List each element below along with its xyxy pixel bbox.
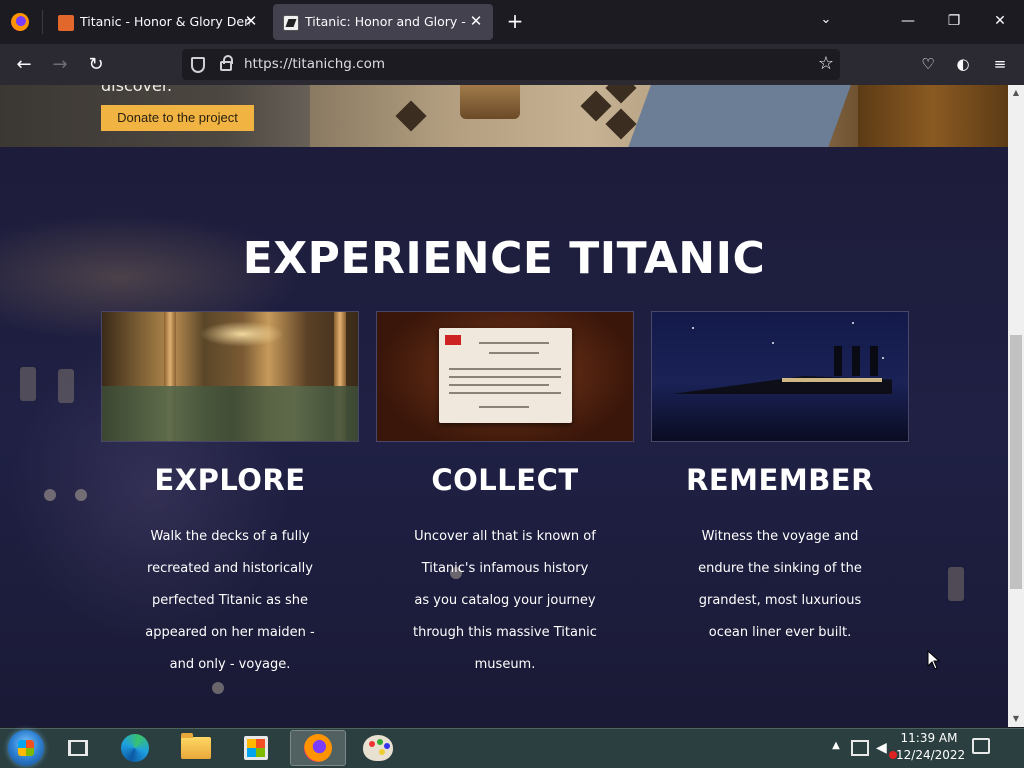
close-tab-icon[interactable]: ✕ (242, 12, 260, 30)
section-heading: EXPERIENCE TITANIC (242, 233, 766, 284)
start-button[interactable] (8, 730, 44, 766)
action-center-icon[interactable] (972, 738, 990, 754)
tab-separator (42, 10, 43, 34)
scroll-thumb[interactable] (1010, 335, 1022, 589)
collect-title: COLLECT (431, 463, 579, 497)
site-favicon-icon (58, 15, 74, 31)
account-icon[interactable]: ◐ (953, 54, 973, 74)
explore-description: Walk the decks of a fully recreated and … (101, 521, 359, 681)
firefox-menu-icon[interactable] (11, 13, 29, 31)
description-line: endure the sinking of the (698, 561, 862, 576)
list-tabs-chevron-icon[interactable]: ⌄ (817, 12, 835, 30)
url-text[interactable]: https://titanichg.com (244, 56, 385, 72)
firefox-icon (304, 734, 332, 762)
clock-date: 12/24/2022 (896, 748, 966, 762)
store-button[interactable] (228, 730, 284, 766)
description-line: recreated and historically (147, 561, 313, 576)
description-line: through this massive Titanic (413, 625, 597, 640)
new-tab-icon[interactable]: + (505, 11, 525, 31)
description-line: Uncover all that is known of (414, 529, 596, 544)
tab-title: Titanic - Honor & Glory Demos (80, 14, 250, 29)
description-line: appeared on her maiden - (145, 625, 315, 640)
hamburger-menu-icon[interactable]: ≡ (990, 54, 1010, 74)
tab-home[interactable]: Titanic: Honor and Glory - Home ✕ (273, 4, 493, 40)
lock-icon[interactable] (220, 55, 233, 71)
forward-icon[interactable]: → (48, 53, 72, 77)
navigation-bar: ← → ↻ https://titanichg.com ☆ ♡ ◐ ≡ (0, 44, 1024, 85)
minimize-icon[interactable]: — (898, 11, 918, 31)
close-window-icon[interactable]: ✕ (990, 11, 1010, 31)
show-hidden-icons-icon[interactable]: ▲ (830, 740, 842, 752)
edge-button[interactable] (107, 730, 163, 766)
tab-bar: Titanic - Honor & Glory Demos ✕ Titanic:… (0, 0, 1024, 44)
volume-muted-icon[interactable]: ◀ (876, 740, 897, 759)
paint-button[interactable] (350, 730, 406, 766)
experience-section: EXPERIENCE TITANIC EXPLORE COLLECT REMEM… (0, 147, 1008, 727)
remember-title: REMEMBER (686, 463, 874, 497)
description-line: museum. (474, 657, 536, 672)
description-line: Walk the decks of a fully (150, 529, 310, 544)
tracking-protection-shield-icon[interactable] (191, 57, 205, 73)
collect-image (376, 311, 634, 442)
firefox-taskbar-button[interactable] (290, 730, 346, 766)
close-tab-icon[interactable]: ✕ (467, 12, 485, 30)
page-scrollbar[interactable]: ▲ ▼ (1008, 85, 1024, 727)
explore-title: EXPLORE (154, 463, 306, 497)
hero-text: discover. (101, 85, 173, 95)
description-line: Titanic's infamous history (421, 561, 589, 576)
address-bar[interactable]: https://titanichg.com ☆ (182, 49, 840, 80)
network-icon[interactable] (851, 740, 869, 756)
site-favicon-icon (283, 15, 299, 31)
scroll-up-arrow-icon[interactable]: ▲ (1008, 85, 1024, 101)
reload-icon[interactable]: ↻ (84, 53, 108, 77)
clock-time: 11:39 AM (900, 731, 958, 745)
scroll-down-arrow-icon[interactable]: ▼ (1008, 711, 1024, 727)
tab-title: Titanic: Honor and Glory - Home (305, 14, 470, 29)
page-content: discover. Donate to the project EXPERIEN… (0, 85, 1008, 727)
system-clock[interactable]: 11:39 AM 12/24/2022 (896, 730, 966, 764)
hero-image (310, 85, 1008, 147)
remember-description: Witness the voyage and endure the sinkin… (651, 521, 909, 649)
paint-icon (363, 735, 393, 761)
description-line: grandest, most luxurious (698, 593, 862, 608)
back-icon[interactable]: ← (12, 53, 36, 77)
pocket-icon[interactable]: ♡ (918, 54, 938, 74)
bookmark-star-icon[interactable]: ☆ (818, 53, 834, 74)
store-icon (244, 736, 268, 760)
folder-icon (181, 733, 211, 759)
description-line: Witness the voyage and (701, 529, 859, 544)
hero-banner: discover. Donate to the project (0, 85, 1008, 147)
taskbar: ▲ ◀ 11:39 AM 12/24/2022 (0, 728, 1024, 768)
remember-image (651, 311, 909, 442)
tab-demos[interactable]: Titanic - Honor & Glory Demos ✕ (48, 4, 268, 40)
description-line: and only - voyage. (169, 657, 291, 672)
task-view-icon (68, 740, 88, 756)
task-view-button[interactable] (50, 730, 106, 766)
description-line: as you catalog your journey (414, 593, 596, 608)
restore-icon[interactable]: ❐ (944, 11, 964, 31)
file-explorer-button[interactable] (168, 730, 224, 766)
edge-icon (121, 734, 149, 762)
explore-image (101, 311, 359, 442)
description-line: perfected Titanic as she (151, 593, 309, 608)
donate-button[interactable]: Donate to the project (101, 105, 254, 131)
collect-description: Uncover all that is known of Titanic's i… (376, 521, 634, 681)
description-line: ocean liner ever built. (708, 625, 852, 640)
